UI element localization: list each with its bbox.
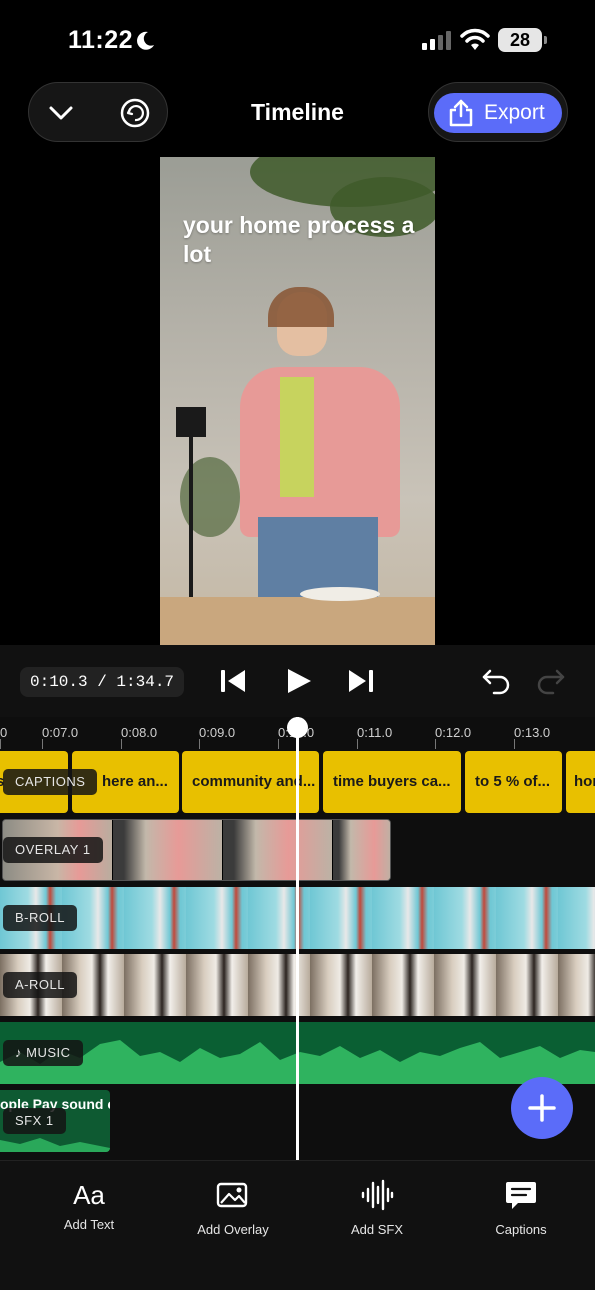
add-text-label: Add Text	[63, 1217, 115, 1232]
export-container: Export	[428, 82, 568, 142]
status-bar: 11:22 28	[0, 0, 595, 80]
export-button[interactable]: Export	[434, 93, 562, 133]
ruler-tick: 0:11.0	[357, 725, 393, 749]
add-overlay-label: Add Overlay	[197, 1222, 269, 1237]
wifi-icon	[460, 28, 490, 50]
playhead-handle[interactable]	[287, 717, 308, 738]
track-label-overlay: OVERLAY 1	[3, 837, 103, 863]
video-preview[interactable]: your home process a lot	[160, 157, 435, 645]
skip-forward-icon[interactable]	[346, 666, 376, 696]
ruler-tick: 0:07.0	[42, 725, 79, 749]
battery-indicator: 28	[498, 28, 547, 52]
add-text-button[interactable]: Aa Add Text	[29, 1179, 149, 1232]
add-overlay-button[interactable]: Add Overlay	[173, 1179, 293, 1237]
status-time: 11:22	[68, 26, 134, 54]
add-sfx-button[interactable]: Add SFX	[317, 1179, 437, 1237]
add-button[interactable]	[511, 1077, 573, 1139]
captions-label: Captions	[495, 1222, 547, 1237]
ruler-tick: 0:08.0	[121, 725, 158, 749]
track-label-aroll: A-ROLL	[3, 972, 77, 998]
caption-clip[interactable]: to 5 % of...	[465, 751, 562, 813]
moon-icon	[137, 31, 154, 50]
ruler-tick: 0:09.0	[199, 725, 236, 749]
captions-icon	[506, 1182, 536, 1209]
signal-icon	[422, 31, 451, 50]
waveform-icon	[361, 1179, 394, 1211]
text-icon: Aa	[73, 1180, 105, 1210]
captions-button[interactable]: Captions	[461, 1179, 581, 1237]
bottom-toolbar: Aa Add Text Add Overlay Add SFX Captions	[0, 1160, 595, 1290]
share-icon	[449, 99, 473, 127]
playback-bar: 0:10.3 / 1:34.7	[0, 645, 595, 717]
ruler-tick: 0:13.0	[514, 725, 551, 749]
add-sfx-label: Add SFX	[350, 1222, 404, 1237]
track-label-sfx: SFX 1	[3, 1108, 66, 1134]
track-label-broll: B-ROLL	[3, 905, 77, 931]
redo-icon[interactable]	[535, 666, 567, 696]
caption-clip[interactable]: hor	[566, 751, 595, 813]
skip-back-icon[interactable]	[218, 666, 248, 696]
timecode: 0:10.3 / 1:34.7	[20, 667, 185, 697]
track-label-captions: CAPTIONS	[3, 769, 98, 795]
track-label-music: ♪ MUSIC	[3, 1040, 83, 1066]
ruler-tick: 0:12.0	[435, 725, 472, 749]
export-label: Export	[484, 101, 545, 124]
undo-icon[interactable]	[480, 666, 512, 696]
preview-caption: your home process a lot	[183, 212, 415, 267]
play-icon[interactable]	[285, 666, 313, 696]
playhead[interactable]	[296, 717, 299, 1160]
ruler-tick: 0	[0, 725, 8, 749]
image-icon	[216, 1182, 248, 1208]
timeline[interactable]: 0 0:07.0 0:08.0 0:09.0 0:10.0 0:11.0 0:1…	[0, 717, 595, 1160]
plus-icon	[528, 1094, 556, 1122]
caption-clip[interactable]: time buyers ca...	[323, 751, 461, 813]
